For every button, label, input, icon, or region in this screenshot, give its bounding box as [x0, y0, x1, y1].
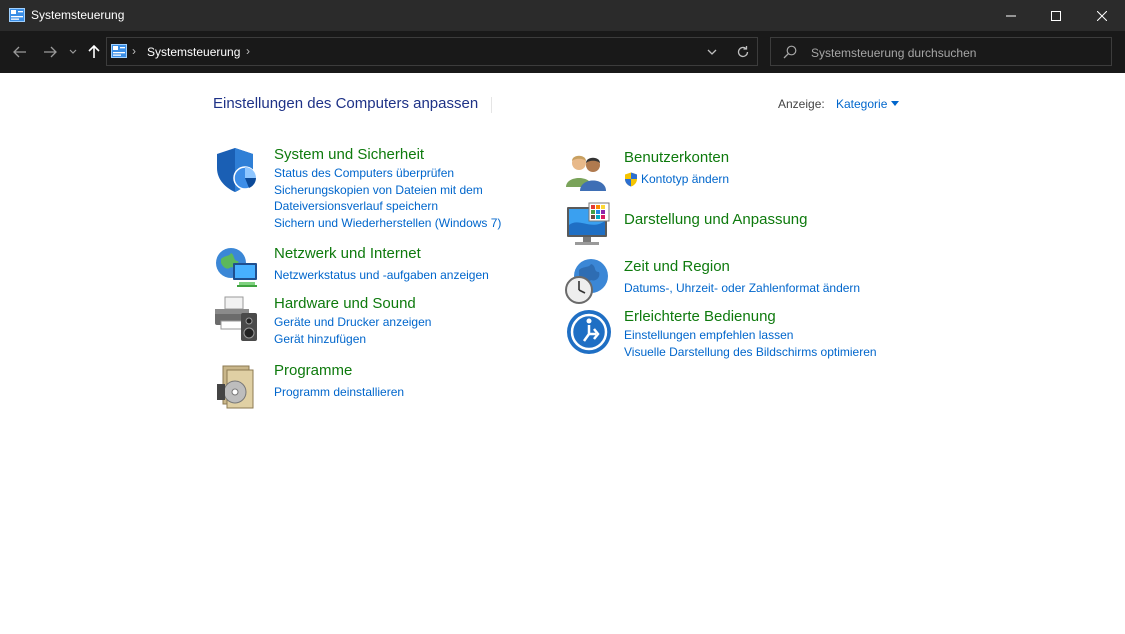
arrow-left-icon: [13, 46, 26, 58]
breadcrumb-separator[interactable]: ›: [246, 44, 250, 58]
maximize-icon: [1051, 10, 1061, 21]
link-text[interactable]: Kontotyp ändern: [641, 172, 729, 186]
accessibility-icon[interactable]: [563, 308, 611, 356]
link-file-history[interactable]: Dateiversionsverlauf speichern: [274, 198, 501, 215]
back-button[interactable]: [10, 41, 30, 63]
close-icon: [1097, 10, 1107, 21]
page-title: Einstellungen des Computers anpassen: [213, 95, 479, 112]
close-button[interactable]: [1079, 0, 1125, 31]
link-file-history[interactable]: Sicherungskopien von Dateien mit dem: [274, 182, 501, 199]
arrow-up-icon: [88, 45, 100, 58]
main-content: Einstellungen des Computers anpassen Anz…: [0, 73, 1125, 634]
category-heading-ease-of-access[interactable]: Erleichterte Bedienung: [624, 308, 776, 325]
clock-globe-icon[interactable]: [563, 258, 611, 306]
up-button[interactable]: [85, 41, 103, 63]
category-heading-network-internet[interactable]: Netzwerk und Internet: [274, 245, 421, 262]
divider: [491, 97, 492, 113]
category-heading-programs[interactable]: Programme: [274, 362, 352, 379]
view-label: Anzeige:: [778, 97, 825, 111]
arrow-right-icon: [44, 46, 57, 58]
link-check-status[interactable]: Status des Computers überprüfen: [274, 165, 501, 182]
monitor-palette-icon[interactable]: [563, 201, 611, 249]
breadcrumb-systemsteuerung[interactable]: Systemsteuerung: [147, 45, 240, 59]
link-devices-printers[interactable]: Geräte und Drucker anzeigen: [274, 314, 431, 331]
search-box[interactable]: Systemsteuerung durchsuchen: [770, 37, 1112, 66]
link-date-time-format[interactable]: Datums-, Uhrzeit- oder Zahlenformat ände…: [624, 280, 860, 297]
category-heading-hardware-sound[interactable]: Hardware und Sound: [274, 295, 416, 312]
forward-button[interactable]: [40, 41, 60, 63]
printer-speaker-icon[interactable]: [213, 295, 261, 343]
maximize-button[interactable]: [1033, 0, 1079, 31]
control-panel-icon: [9, 8, 25, 22]
programs-disc-icon[interactable]: [213, 362, 261, 410]
link-add-device[interactable]: Gerät hinzufügen: [274, 331, 431, 348]
users-icon[interactable]: [563, 149, 611, 197]
search-placeholder[interactable]: Systemsteuerung durchsuchen: [811, 46, 976, 60]
category-heading-system-security[interactable]: System und Sicherheit: [274, 146, 424, 163]
recent-locations-button[interactable]: [66, 41, 80, 63]
window-title: Systemsteuerung: [31, 8, 125, 22]
uac-shield-icon: [625, 172, 637, 187]
navigation-bar: › Systemsteuerung › Systemsteuerung durc…: [0, 31, 1125, 73]
address-bar[interactable]: › Systemsteuerung ›: [106, 37, 758, 66]
link-network-status[interactable]: Netzwerkstatus und -aufgaben anzeigen: [274, 267, 489, 284]
minimize-button[interactable]: [988, 0, 1034, 31]
category-heading-time-region[interactable]: Zeit und Region: [624, 258, 730, 275]
search-icon: [783, 45, 797, 59]
link-backup-restore[interactable]: Sichern und Wiederherstellen (Windows 7): [274, 215, 501, 232]
title-bar: Systemsteuerung: [0, 0, 1125, 31]
breadcrumb-separator[interactable]: ›: [132, 44, 136, 58]
category-heading-user-accounts[interactable]: Benutzerkonten: [624, 149, 729, 166]
category-heading-appearance[interactable]: Darstellung und Anpassung: [624, 211, 807, 228]
view-by-dropdown[interactable]: Kategorie: [836, 97, 887, 111]
link-recommend-settings[interactable]: Einstellungen empfehlen lassen: [624, 327, 877, 344]
link-change-account-type[interactable]: Kontotyp ändern: [624, 171, 729, 188]
link-uninstall-program[interactable]: Programm deinstallieren: [274, 384, 404, 401]
network-globe-icon[interactable]: [213, 245, 261, 293]
shield-security-icon[interactable]: [213, 146, 261, 194]
chevron-down-icon: [69, 49, 77, 54]
minimize-icon: [1006, 15, 1016, 16]
caret-down-icon[interactable]: [891, 101, 899, 106]
control-panel-icon: [111, 44, 127, 58]
chevron-down-icon[interactable]: [705, 45, 719, 59]
link-optimize-display[interactable]: Visuelle Darstellung des Bildschirms opt…: [624, 344, 877, 361]
refresh-icon[interactable]: [735, 44, 751, 60]
